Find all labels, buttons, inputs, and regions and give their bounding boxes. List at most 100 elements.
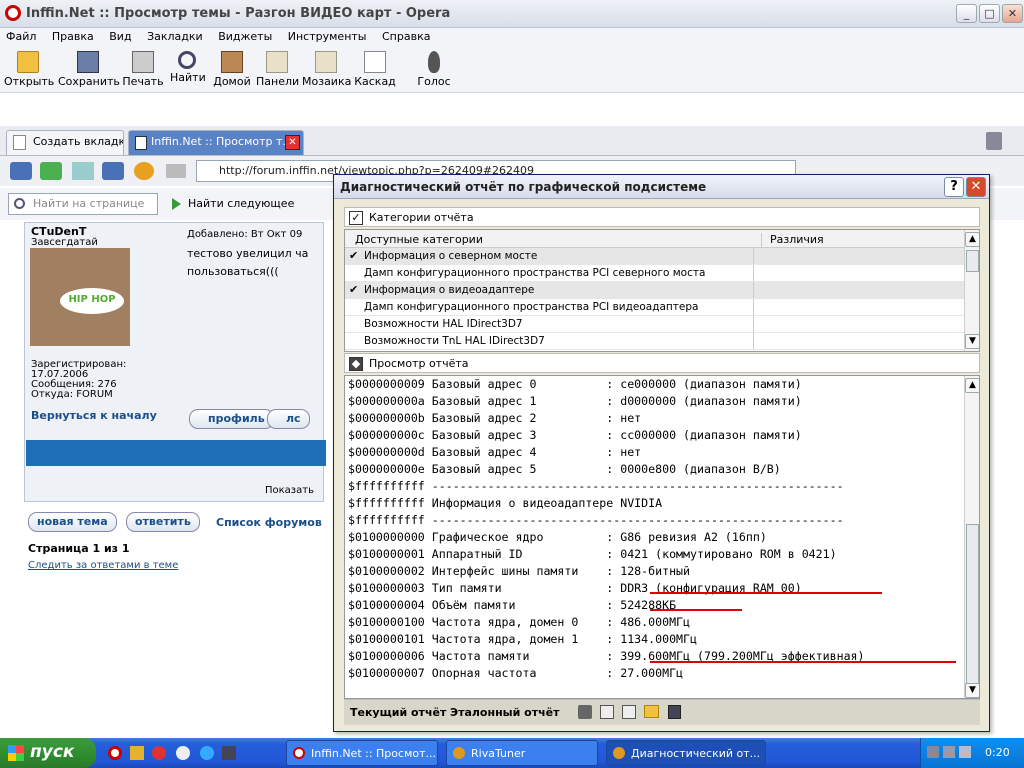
reply-button[interactable]: ответить	[126, 512, 200, 532]
report-view-header: ◆ Просмотр отчёта	[344, 353, 980, 373]
help-button[interactable]: ?	[944, 177, 964, 197]
microphone-icon	[428, 51, 440, 73]
open-button[interactable]: Открыть	[4, 47, 54, 93]
menu-bar: Файл Правка Вид Закладки Виджеты Инструм…	[0, 28, 1024, 47]
fast-forward-icon[interactable]	[102, 162, 124, 180]
close-button[interactable]: ✕	[1002, 4, 1023, 23]
task-rivatuner-label: RivaTuner	[471, 747, 526, 760]
network-icon[interactable]	[927, 746, 939, 758]
reply-label: ответить	[135, 515, 191, 528]
new-tab-button[interactable]: Создать вкладку	[6, 130, 124, 155]
diagnostic-dialog: Диагностический отчёт по графической под…	[333, 174, 990, 732]
col-available[interactable]: Доступные категории	[355, 233, 483, 246]
zoom-out-icon[interactable]	[622, 705, 636, 719]
back-to-top-link[interactable]: Вернуться к началу	[31, 409, 157, 422]
new-topic-label: новая тема	[37, 515, 108, 528]
scroll-up-icon[interactable]: ▲	[965, 378, 979, 393]
ie-icon[interactable]	[200, 746, 214, 760]
tab-reference-report[interactable]: Эталонный отчёт	[450, 706, 560, 719]
category-label: Дамп конфигурационного пространства PCI …	[364, 267, 706, 279]
tile-label: Мозаика	[302, 75, 352, 88]
scroll-down-icon[interactable]: ▼	[965, 334, 979, 349]
back-icon[interactable]	[40, 162, 62, 180]
media-player-icon[interactable]	[176, 746, 190, 760]
panels-button[interactable]: Панели	[256, 47, 300, 93]
page-icon	[135, 136, 147, 150]
forward-icon[interactable]	[72, 162, 94, 180]
monitor-icon[interactable]	[943, 746, 955, 758]
find-input[interactable]: Найти на странице	[8, 193, 158, 215]
menu-view[interactable]: Вид	[103, 28, 137, 43]
reload-icon[interactable]	[134, 162, 154, 180]
profile-button[interactable]: профиль	[189, 409, 274, 429]
scroll-thumb[interactable]	[966, 524, 979, 684]
menu-file[interactable]: Файл	[0, 28, 42, 43]
category-northbridge[interactable]: ✔ Информация о северном мосте	[345, 248, 979, 265]
avatar: HIP HOP	[30, 248, 130, 346]
home-icon	[221, 51, 243, 73]
task-rivatuner[interactable]: RivaTuner	[446, 740, 598, 766]
menu-widgets[interactable]: Виджеты	[212, 28, 278, 43]
menu-tools[interactable]: Инструменты	[282, 28, 373, 43]
pm-button[interactable]: лс	[267, 409, 310, 429]
new-topic-button[interactable]: новая тема	[28, 512, 117, 532]
zoom-icon[interactable]	[600, 705, 614, 719]
report-scrollbar[interactable]: ▲ ▼	[964, 376, 979, 698]
dialog-close-button[interactable]: ✕	[966, 177, 986, 197]
watch-topic-link[interactable]: Следить за ответами в теме	[28, 560, 178, 571]
tab-current-report[interactable]: Текущий отчёт	[350, 706, 446, 719]
folder-icon[interactable]	[644, 705, 659, 718]
start-button[interactable]: пуск	[0, 738, 96, 768]
opera-logo-icon	[5, 5, 21, 21]
checkbox-icon[interactable]: ✓	[349, 211, 363, 225]
edit-icon[interactable]	[166, 164, 186, 178]
forum-list-link[interactable]: Список форумов	[216, 516, 322, 529]
cascade-button[interactable]: Каскад	[354, 47, 396, 93]
category-northbridge-pci[interactable]: Дамп конфигурационного пространства PCI …	[345, 265, 979, 282]
find-next-button[interactable]: Найти следующее	[188, 197, 294, 210]
scroll-up-icon[interactable]: ▲	[965, 232, 979, 247]
report-view[interactable]: $0000000009 Базовый адрес 0 : ce000000 (…	[344, 375, 980, 699]
home-button[interactable]: Домой	[212, 47, 252, 93]
page-indicator: Страница 1 из 1	[28, 542, 130, 555]
highlight-underline	[650, 661, 956, 663]
volume-icon[interactable]	[959, 746, 971, 758]
menu-bookmarks[interactable]: Закладки	[141, 28, 209, 43]
menu-edit[interactable]: Правка	[46, 28, 100, 43]
tab-close-icon[interactable]: ✕	[285, 135, 300, 150]
categories-scrollbar[interactable]: ▲ ▼	[964, 230, 979, 351]
tab-inffin[interactable]: Inffin.Net :: Просмотр т... ✕	[128, 130, 304, 155]
print-button[interactable]: Печать	[122, 47, 164, 93]
save-icon[interactable]	[668, 705, 681, 719]
rewind-icon[interactable]	[10, 162, 32, 180]
voice-button[interactable]: Голос	[414, 47, 454, 93]
new-page-icon	[13, 135, 26, 150]
task-diagnostic[interactable]: Диагностический от...	[606, 740, 766, 766]
save-button[interactable]: Сохранить	[58, 47, 120, 93]
scroll-down-icon[interactable]: ▼	[965, 683, 979, 698]
post-divider	[26, 440, 326, 466]
panels-icon	[266, 51, 288, 73]
trash-icon[interactable]	[986, 132, 1002, 150]
category-hal-d3d7[interactable]: Возможности HAL IDirect3D7	[345, 316, 979, 333]
panels-label: Панели	[256, 75, 300, 88]
dialog-title: Диагностический отчёт по графической под…	[340, 180, 707, 194]
find-button[interactable]: Найти	[170, 47, 206, 93]
restore-button[interactable]: □	[979, 4, 1000, 23]
quicklaunch-icon[interactable]	[222, 746, 236, 760]
main-toolbar: Открыть Сохранить Печать Найти Домой Пан…	[0, 47, 1024, 93]
scroll-thumb[interactable]	[966, 250, 979, 272]
highlight-underline	[650, 592, 882, 594]
tile-button[interactable]: Мозаика	[302, 47, 352, 93]
windows-logo-icon	[8, 745, 24, 761]
opera-icon[interactable]	[108, 746, 122, 760]
quicklaunch-icon[interactable]	[152, 746, 166, 760]
quicklaunch-icon[interactable]	[130, 746, 144, 760]
category-tnl-hal-d3d7[interactable]: Возможности TnL HAL IDirect3D7	[345, 333, 979, 350]
camera-icon[interactable]	[578, 705, 592, 719]
category-videoadapter[interactable]: ✔ Информация о видеоадаптере	[345, 282, 979, 299]
task-opera[interactable]: Inffin.Net :: Просмот...	[286, 740, 438, 766]
category-videoadapter-pci[interactable]: Дамп конфигурационного пространства PCI …	[345, 299, 979, 316]
minimize-button[interactable]: _	[956, 4, 977, 23]
menu-help[interactable]: Справка	[376, 28, 436, 43]
